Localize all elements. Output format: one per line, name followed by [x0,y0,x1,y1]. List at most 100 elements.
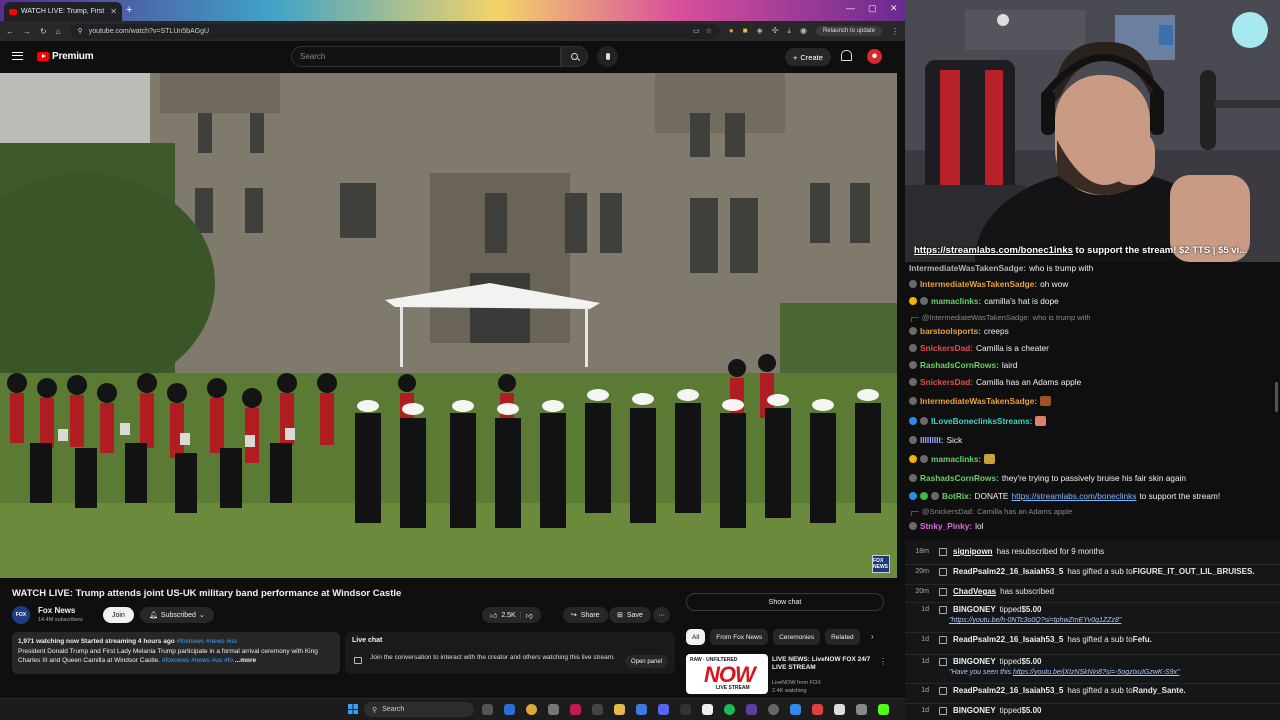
open-panel-button[interactable]: Open panel [624,655,668,668]
app-icon[interactable] [746,704,757,715]
search-input[interactable]: Search [291,46,561,67]
back-icon[interactable]: ← [6,27,14,36]
chevron-right-icon[interactable]: › [871,632,874,641]
more-actions-button[interactable]: ··· [653,607,670,623]
app-icon[interactable] [834,704,845,715]
chip-ceremonies[interactable]: Ceremonies [773,629,821,645]
chip-related[interactable]: Related [825,629,860,645]
notifications-bell-icon[interactable] [840,50,852,62]
chat-username[interactable]: IntermediateWasTakenSadge: [909,263,1026,273]
home-icon[interactable]: ⌂ [56,27,61,36]
app-icon[interactable] [702,704,713,715]
channel-avatar[interactable]: FOX [12,606,30,624]
chat-username[interactable]: RashadsCornRows: [920,360,999,370]
show-chat-button[interactable]: Show chat [686,593,884,611]
discord-icon[interactable] [658,704,669,715]
chat-username[interactable]: @SnickersDad: [922,507,974,516]
create-button[interactable]: + Create [785,48,831,66]
puzzle-icon[interactable]: ✣ [772,26,779,36]
channel-name[interactable]: Fox News [38,606,75,615]
recommended-channel[interactable]: LiveNOW from FOX [772,680,821,686]
app-icon[interactable] [878,704,889,715]
app-icon[interactable] [790,704,801,715]
subscribed-button[interactable]: 🔔︎ Subscribed ⌄ [140,607,214,623]
download-icon[interactable]: ⤓ [787,26,791,36]
event-username[interactable]: ChadVegas [953,587,996,596]
scrollbar-thumb[interactable] [1275,382,1278,412]
cast-icon[interactable]: ▭ [693,27,700,35]
chat-username[interactable]: mamaclinks: [931,296,981,306]
site-info-icon[interactable]: ⚲ [78,27,83,35]
chat-username[interactable]: @IntermediateWasTakenSadge: [922,313,1030,322]
event-username[interactable]: signipown [953,547,993,556]
app-icon[interactable] [548,704,559,715]
kebab-menu-icon[interactable]: ⋮ [891,27,899,36]
kebab-menu-icon[interactable]: ⋮ [879,657,887,666]
app-icon[interactable] [812,704,823,715]
event-username[interactable]: ReadPsalm22_16_Isaiah53_5 [953,567,1063,576]
account-avatar[interactable] [867,49,882,64]
show-more-link[interactable]: ...more [235,657,256,664]
chat-username[interactable]: Stnky_Pinky: [920,521,972,531]
close-tab-icon[interactable]: ✕ [110,7,117,16]
overlay-link[interactable]: https://streamlabs.com/bonec1inks [914,245,1073,256]
taskbar-search[interactable]: ⚲ Search [364,702,474,717]
chat-username[interactable]: RashadsCornRows: [920,473,999,483]
recommended-title[interactable]: LIVE NEWS: LiveNOW FOX 24/7 LIVE STREAM [772,656,876,672]
chat-username[interactable]: SnickersDad: [920,343,973,353]
recommended-video[interactable]: RAW · UNFILTERED NOW LIVE STREAM LIVE NE… [686,654,887,696]
chat-link[interactable]: https://streamlabs.com/boneclinks [1011,491,1136,501]
chat-username[interactable]: barstoolsports: [920,326,981,336]
browser-tab-youtube[interactable]: WATCH LIVE: Trump, First La ✕ [4,2,122,21]
app-icon[interactable] [680,704,691,715]
reload-icon[interactable]: ↻ [40,27,47,36]
chat-username[interactable]: IntermediateWasTakenSadge: [920,279,1037,289]
folder-icon[interactable] [614,704,625,715]
close-window-icon[interactable]: ✕ [890,3,898,14]
spotify-icon[interactable] [724,704,735,715]
app-icon[interactable] [504,704,515,715]
task-view-icon[interactable] [482,704,493,715]
event-username[interactable]: ReadPsalm22_16_Isaiah53_5 [953,686,1063,695]
share-button[interactable]: ↪ Share [563,607,608,623]
extension-icon[interactable]: ◈ [757,26,763,36]
chat-username[interactable]: IntermediateWasTakenSadge: [920,396,1037,406]
description-tags-2[interactable]: #foxnews #news #us #fo [162,657,233,664]
chip-from-fox-news[interactable]: From Fox News [710,629,769,645]
forward-icon[interactable]: → [23,27,31,36]
minimize-icon[interactable]: — [846,3,855,13]
hamburger-menu-icon[interactable] [12,52,23,60]
app-icon[interactable] [570,704,581,715]
youtube-premium-logo[interactable]: Premium [37,51,94,62]
description-box[interactable]: 1,971 watching now Started streaming 4 h… [12,632,340,674]
profile-icon[interactable]: ◉ [800,26,807,36]
event-message-link[interactable]: https://youtu.be/jXIzNSkNin8?si=-5ogzIxu… [1013,669,1179,676]
chat-username[interactable]: mamaclinks: [931,454,981,464]
chat-username[interactable]: IIIIIIIII: [920,435,944,445]
app-icon[interactable] [592,704,603,715]
extension-icon[interactable]: ● [729,26,734,36]
chat-username[interactable]: BotRix: [942,491,972,501]
video-player[interactable]: FOX NEWS [0,73,897,578]
like-button[interactable]: 👍︎ 2.5K | 👎︎ [482,607,541,623]
windows-start-icon[interactable] [348,704,358,714]
app-icon[interactable] [636,704,647,715]
event-message-link[interactable]: "https://youtu.be/h-0NTc3o0Q?si=tphwZmEY… [949,617,1121,624]
event-username[interactable]: ReadPsalm22_16_Isaiah53_5 [953,635,1063,644]
chat-scrollbar[interactable] [1275,262,1279,540]
app-icon[interactable] [856,704,867,715]
thumbs-down-icon[interactable]: 👎︎ [526,611,533,620]
event-username[interactable]: BINGONEY [953,605,996,614]
voice-search-button[interactable] [597,46,618,67]
join-button[interactable]: Join [103,607,134,623]
event-username[interactable]: BINGONEY [953,706,996,715]
save-button[interactable]: ⊞ Save [609,607,651,623]
event-username[interactable]: BINGONEY [953,657,996,666]
chat-username[interactable]: ILoveBoneclinksStreams: [931,416,1032,426]
chat-username[interactable]: SnickersDad: [920,377,973,387]
relaunch-button[interactable]: Relaunch to update [815,26,882,36]
address-bar[interactable]: ⚲ youtube.com/watch?v=STLUn5bAGgU ▭ ☆ [69,23,720,39]
app-icon[interactable] [768,704,779,715]
maximize-icon[interactable]: ▢ [868,3,877,14]
recommended-thumbnail[interactable]: RAW · UNFILTERED NOW LIVE STREAM [686,654,768,694]
